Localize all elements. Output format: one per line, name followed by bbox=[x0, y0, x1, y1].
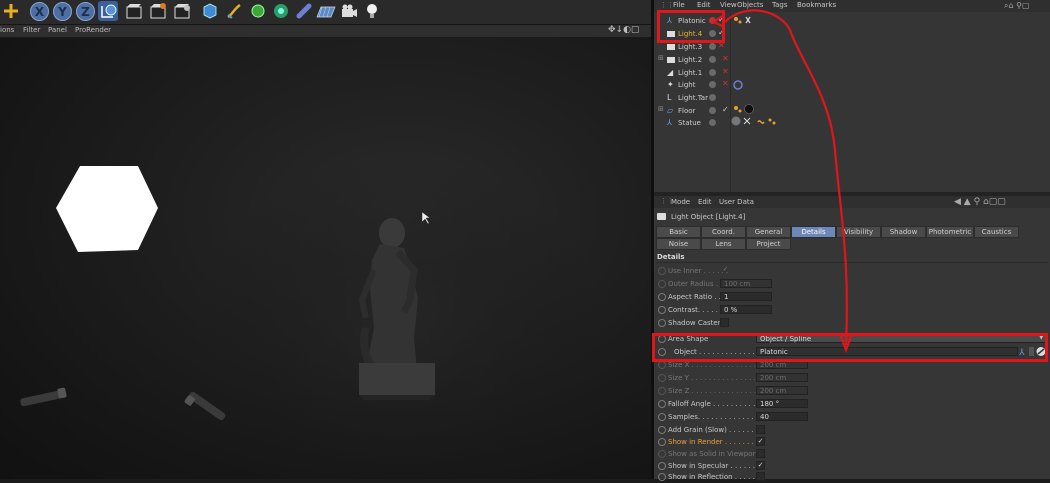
param-label: Size X . . . . . . . . . . . . . . . bbox=[668, 361, 757, 369]
param-show-in-render: Show in Render . . . . . . . . . ✓ bbox=[656, 436, 1048, 448]
animation-radio[interactable] bbox=[658, 280, 666, 288]
viewport-menu-prorender[interactable]: ProRender bbox=[75, 26, 111, 34]
tab-noise[interactable]: Noise bbox=[656, 238, 701, 250]
tab-caustics[interactable]: Caustics bbox=[974, 226, 1019, 238]
show-reflection-checkbox[interactable] bbox=[756, 472, 765, 481]
animation-radio[interactable] bbox=[658, 361, 666, 369]
light-object-icon bbox=[657, 213, 666, 220]
object-name: Statue bbox=[678, 119, 701, 127]
object-name: Light.3 bbox=[678, 43, 703, 51]
show-in-render-checkbox[interactable]: ✓ bbox=[756, 437, 765, 446]
animation-radio[interactable] bbox=[658, 473, 666, 481]
viewport-navigation-icons[interactable]: ✥↓◐▢ bbox=[608, 25, 639, 35]
x-axis-lock-button[interactable]: X bbox=[30, 2, 49, 21]
array-icon[interactable] bbox=[271, 1, 291, 21]
floor-icon[interactable] bbox=[316, 1, 336, 21]
3d-viewport[interactable] bbox=[0, 38, 651, 479]
param-samples: Samples. . . . . . . . . . . . . . . 40 bbox=[656, 411, 1048, 423]
param-label: Show in Reflection . . . . . . . bbox=[668, 473, 764, 481]
param-falloff-angle: Falloff Angle . . . . . . . . . . . 180 … bbox=[656, 398, 1048, 410]
param-label: Falloff Angle . . . . . . . . . . . bbox=[668, 400, 760, 408]
object-name: Light bbox=[678, 81, 696, 89]
coordinate-system-icon[interactable] bbox=[98, 1, 118, 21]
viewport-menu-item[interactable]: ions bbox=[0, 26, 14, 34]
annotation-arrow bbox=[711, 9, 854, 354]
show-specular-checkbox[interactable]: ✓ bbox=[756, 461, 765, 470]
cube-icon[interactable] bbox=[200, 1, 220, 21]
area-light-icon bbox=[667, 57, 675, 63]
tab-shadow[interactable]: Shadow bbox=[881, 226, 926, 238]
animation-radio[interactable] bbox=[658, 450, 666, 458]
object-name: Light.1 bbox=[678, 69, 703, 77]
viewport-menubar: ions Filter Panel ProRender ✥↓◐▢ bbox=[0, 25, 652, 38]
add-object-icon[interactable] bbox=[1, 1, 21, 21]
animation-radio[interactable] bbox=[658, 267, 666, 275]
viewport-menu-filter[interactable]: Filter bbox=[23, 26, 40, 34]
cylinder-light-left bbox=[20, 387, 67, 407]
light-bulb-icon[interactable] bbox=[362, 1, 382, 21]
am-menu-mode[interactable]: Mode bbox=[671, 198, 690, 206]
param-label: Show in Render . . . . . . . . . bbox=[668, 438, 763, 446]
am-navigation-icons[interactable]: ◀ ▲ ⚲ ⌂▢▢ bbox=[954, 197, 1006, 207]
tree-expand-icon[interactable]: ⊞ bbox=[658, 54, 666, 66]
object-name: Floor bbox=[678, 107, 696, 115]
param-label: Size Y . . . . . . . . . . . . . . . bbox=[668, 374, 756, 382]
tab-basic[interactable]: Basic bbox=[656, 226, 701, 238]
animation-radio[interactable] bbox=[658, 413, 666, 421]
animation-radio[interactable] bbox=[658, 400, 666, 408]
animation-radio[interactable] bbox=[658, 293, 666, 301]
render-view-icon[interactable] bbox=[124, 1, 144, 21]
target-light-icon: L bbox=[667, 93, 672, 102]
camera-icon[interactable] bbox=[339, 1, 359, 21]
z-axis-lock-button[interactable]: Z bbox=[76, 2, 95, 21]
main-toolbar: X Y Z bbox=[0, 0, 652, 25]
render-to-picture-viewer-icon[interactable] bbox=[148, 1, 168, 21]
param-label: Samples. . . . . . . . . . . . . . . bbox=[668, 413, 763, 421]
deformer-icon[interactable] bbox=[294, 1, 314, 21]
param-label: Show in Specular . . . . . . . . bbox=[668, 462, 764, 470]
grip-icon: ⋮⋮ bbox=[660, 1, 674, 9]
param-show-reflection: Show in Reflection . . . . . . . bbox=[656, 471, 1048, 483]
polygon-object-icon: ⅄ bbox=[667, 118, 672, 127]
show-solid-checkbox[interactable] bbox=[756, 449, 765, 458]
add-grain-checkbox[interactable] bbox=[756, 425, 765, 434]
area-light-icon bbox=[667, 44, 675, 50]
pen-spline-icon[interactable] bbox=[224, 1, 244, 21]
animation-radio[interactable] bbox=[658, 426, 666, 434]
param-size-z: Size Z . . . . . . . . . . . . . . . 200… bbox=[656, 385, 1048, 397]
animation-radio[interactable] bbox=[658, 462, 666, 470]
y-axis-lock-button[interactable]: Y bbox=[53, 2, 72, 21]
size-z-field[interactable]: 200 cm bbox=[756, 386, 808, 395]
param-show-solid: Show as Solid in Viewport bbox=[656, 448, 1048, 460]
om-search-icons[interactable]: ⌕⌂ ⚲▢ bbox=[1004, 1, 1030, 11]
om-menu-file[interactable]: File bbox=[673, 1, 685, 9]
object-name: Light.2 bbox=[678, 56, 703, 64]
samples-field[interactable]: 40 bbox=[756, 412, 808, 421]
size-y-field[interactable]: 200 cm bbox=[756, 373, 808, 382]
animation-radio[interactable] bbox=[658, 319, 666, 327]
cylinder-light-right bbox=[184, 391, 226, 421]
floor-object-icon: ▱ bbox=[667, 106, 674, 115]
omni-light-icon: ✦ bbox=[667, 80, 674, 89]
viewport-menu-panel[interactable]: Panel bbox=[48, 26, 67, 34]
render-settings-icon[interactable] bbox=[172, 1, 192, 21]
param-size-y: Size Y . . . . . . . . . . . . . . . 200… bbox=[656, 372, 1048, 384]
tab-photometric[interactable]: Photometric bbox=[926, 226, 974, 238]
param-add-grain: Add Grain (Slow) . . . . . . . . bbox=[656, 424, 1048, 436]
param-label: Add Grain (Slow) . . . . . . . . bbox=[668, 426, 763, 434]
animation-radio[interactable] bbox=[658, 374, 666, 382]
section-title: Details bbox=[657, 253, 685, 261]
tree-expand-icon[interactable]: ⊞ bbox=[658, 105, 666, 117]
animation-radio[interactable] bbox=[658, 438, 666, 446]
param-label: Size Z . . . . . . . . . . . . . . . bbox=[668, 387, 757, 395]
falloff-angle-field[interactable]: 180 ° bbox=[756, 399, 808, 408]
animation-radio[interactable] bbox=[658, 387, 666, 395]
subdivision-surface-icon[interactable] bbox=[248, 1, 268, 21]
spot-light-icon: ◢ bbox=[667, 68, 674, 77]
param-label: Show as Solid in Viewport bbox=[668, 450, 759, 458]
platonic-light-shape bbox=[56, 166, 158, 252]
animation-radio[interactable] bbox=[658, 306, 666, 314]
